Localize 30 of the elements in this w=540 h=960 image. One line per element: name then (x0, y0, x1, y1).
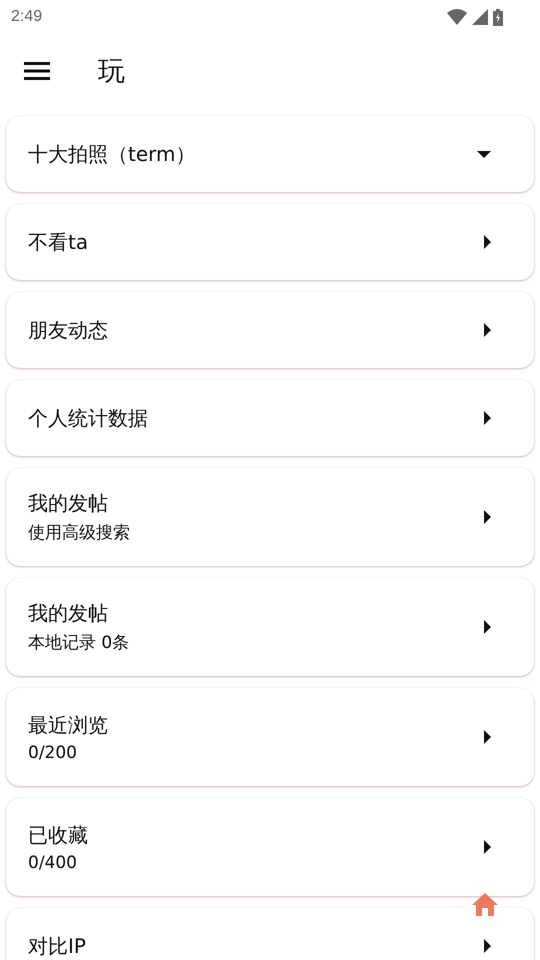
list-item[interactable]: 不看ta (6, 204, 534, 280)
list-item[interactable]: 我的发帖 使用高级搜索 (6, 468, 534, 566)
item-subtitle: 使用高级搜索 (28, 522, 130, 544)
list-item[interactable]: 个人统计数据 (6, 380, 534, 456)
page-title: 玩 (98, 55, 125, 89)
item-subtitle: 本地记录 0条 (28, 632, 130, 654)
item-title: 我的发帖 (28, 490, 109, 517)
item-subtitle: 0/200 (28, 742, 78, 762)
menu-button[interactable] (24, 62, 50, 80)
list-item[interactable]: 对比IP (6, 908, 534, 960)
item-title: 朋友动态 (28, 316, 108, 344)
list-item[interactable]: 我的发帖 本地记录 0条 (6, 578, 534, 676)
battery-icon (493, 8, 503, 26)
status-time: 2:49 (11, 8, 42, 26)
item-title: 不看ta (28, 228, 88, 256)
item-title: 最近浏览 (28, 712, 108, 738)
signal-icon (472, 9, 488, 25)
item-title: 十大拍照（term） (28, 140, 196, 168)
item-title: 对比IP (28, 932, 86, 960)
item-title: 已收藏 (28, 822, 88, 848)
home-icon[interactable] (472, 893, 498, 916)
list-item[interactable]: 已收藏 0/400 (6, 798, 534, 896)
item-subtitle: 0/400 (28, 852, 78, 872)
item-title: 个人统计数据 (28, 404, 148, 432)
list-item[interactable]: 朋友动态 (6, 292, 534, 368)
list-item[interactable]: 最近浏览 0/200 (6, 688, 534, 786)
wifi-icon (447, 9, 467, 25)
item-title: 我的发帖 (28, 600, 109, 627)
list-item[interactable]: 十大拍照（term） (6, 116, 534, 192)
menu-icon (24, 62, 50, 80)
